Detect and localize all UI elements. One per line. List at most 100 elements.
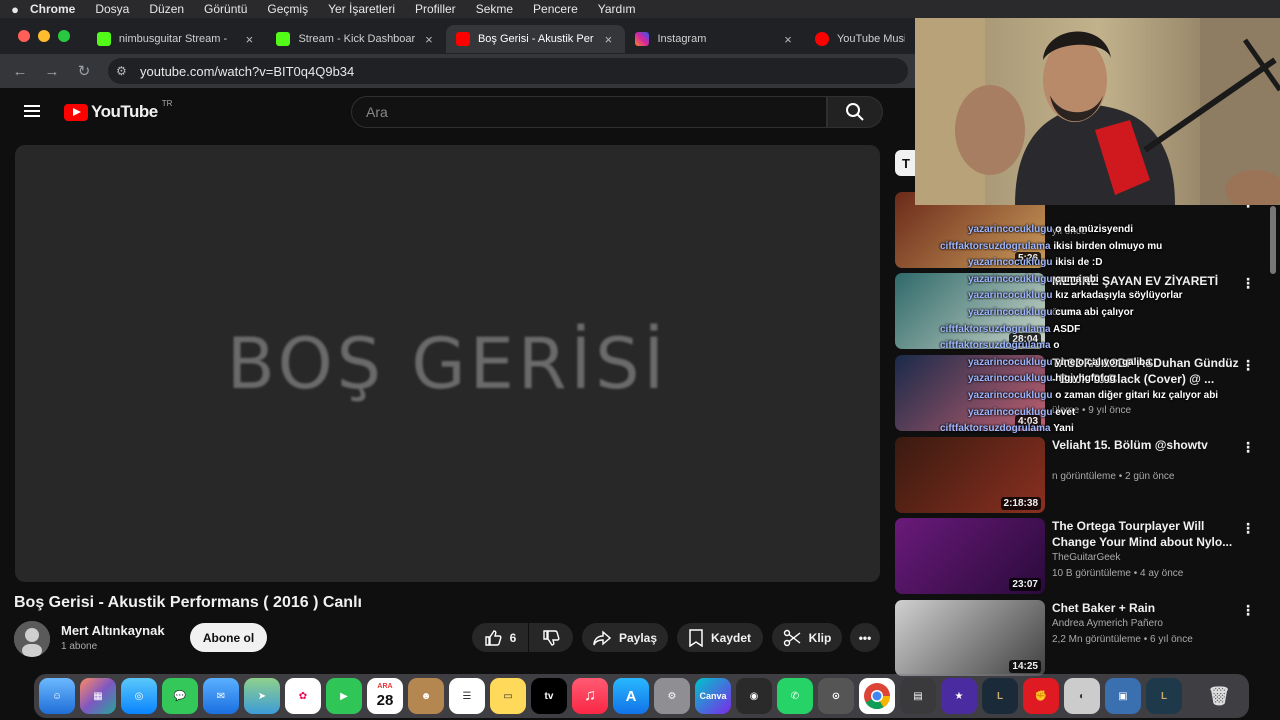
messages-icon[interactable]: 💬 xyxy=(162,678,198,714)
menu-bookmarks[interactable]: Yer İşaretleri xyxy=(328,2,395,16)
channel-name[interactable]: Mert Altınkaynak xyxy=(61,623,165,638)
finder-icon[interactable]: ☺ xyxy=(39,678,75,714)
reminders-icon[interactable]: ☰ xyxy=(449,678,485,714)
preview-icon[interactable]: ◐ xyxy=(1064,678,1100,714)
thumbs-down-icon xyxy=(543,629,560,646)
forward-icon[interactable]: → xyxy=(36,63,68,80)
photos-icon[interactable]: ✿ xyxy=(285,678,321,714)
mail-icon[interactable]: ✉ xyxy=(203,678,239,714)
safari-icon[interactable]: ◎ xyxy=(121,678,157,714)
video-thumbnail[interactable]: 2:18:38 xyxy=(895,437,1045,513)
search-button[interactable] xyxy=(827,96,883,128)
more-options-icon[interactable]: ⋮ xyxy=(1241,520,1255,537)
more-options-icon[interactable]: ⋮ xyxy=(1241,357,1255,374)
more-options-icon[interactable]: ⋮ xyxy=(1241,602,1255,619)
video-thumbnail[interactable]: 23:07 xyxy=(895,518,1045,594)
recommendation-title[interactable]: Chet Baker + Rain xyxy=(1052,600,1242,616)
instagram-favicon-icon xyxy=(635,32,650,46)
launchpad-icon[interactable]: ▦ xyxy=(80,678,116,714)
site-info-icon[interactable]: ⚙ xyxy=(116,64,140,78)
whatsapp-icon[interactable]: ✆ xyxy=(777,678,813,714)
obs-icon[interactable]: ◉ xyxy=(736,678,772,714)
riot-client-icon[interactable]: ✊ xyxy=(1023,678,1059,714)
calendar-icon[interactable]: ARA 28 xyxy=(367,678,403,714)
trash-icon[interactable]: 🗑 xyxy=(1201,678,1237,714)
reload-icon[interactable]: ↻ xyxy=(68,62,100,80)
screenshot-icon[interactable]: ▣ xyxy=(1105,678,1141,714)
menu-window[interactable]: Pencere xyxy=(533,2,578,16)
menu-edit[interactable]: Düzen xyxy=(149,2,184,16)
dislike-button[interactable] xyxy=(529,623,573,652)
video-player[interactable]: BOŞ GERİSİ xyxy=(15,145,880,582)
recommendation-title[interactable]: Veliaht 15. Bölüm @showtv xyxy=(1052,437,1242,453)
logo-text: YouTube xyxy=(91,102,158,121)
more-actions-button[interactable]: ••• xyxy=(850,623,880,652)
filter-chip[interactable]: T xyxy=(895,150,915,176)
system-settings-icon[interactable]: ⚙ xyxy=(654,678,690,714)
minimize-window-button[interactable] xyxy=(38,30,50,42)
recommendation-title[interactable]: The Ortega Tourplayer Will Change Your M… xyxy=(1052,518,1242,550)
save-button[interactable]: Kaydet xyxy=(677,623,763,652)
sidebar-scrollbar[interactable] xyxy=(1270,206,1276,274)
recommendation-item[interactable]: 23:07 The Ortega Tourplayer Will Change Y… xyxy=(895,518,1270,594)
menu-file[interactable]: Dosya xyxy=(95,2,129,16)
youtube-favicon-icon xyxy=(455,32,470,46)
maps-icon[interactable]: ➤ xyxy=(244,678,280,714)
share-icon xyxy=(593,629,611,646)
close-tab-icon[interactable]: × xyxy=(601,32,615,47)
chat-username: ciftfaktorsuzdogrulama xyxy=(940,340,1051,352)
calculator-icon[interactable]: ▤ xyxy=(900,678,936,714)
browser-tab[interactable]: Stream - Kick Dashboar × xyxy=(266,25,446,53)
menu-history[interactable]: Geçmiş xyxy=(267,2,308,16)
chat-text: cuma abi çalıyor xyxy=(1055,307,1134,318)
subscribe-button[interactable]: Abone ol xyxy=(190,623,267,652)
more-options-icon[interactable]: ⋮ xyxy=(1241,439,1255,456)
contacts-icon[interactable]: ☻ xyxy=(408,678,444,714)
browser-tab[interactable]: Instagram × xyxy=(625,25,805,53)
canva-label: Canva xyxy=(699,691,727,701)
clip-button[interactable]: Klip xyxy=(772,623,842,652)
facetime-icon[interactable]: ▶ xyxy=(326,678,362,714)
disk-utility-icon[interactable]: ⊙ xyxy=(818,678,854,714)
recommendation-meta: 2,2 Mn görüntüleme • 6 yıl önce xyxy=(1052,634,1193,645)
browser-tab[interactable]: nimbusguitar Stream - × xyxy=(87,25,267,53)
address-bar[interactable]: ⚙ youtube.com/watch?v=BIT0q4Q9b34 xyxy=(108,58,908,84)
chrome-icon[interactable] xyxy=(859,678,895,714)
apple-menu-icon[interactable]: ● xyxy=(0,2,30,17)
menu-tab[interactable]: Sekme xyxy=(476,2,513,16)
browser-tab-active[interactable]: Boş Gerisi - Akustik Per × xyxy=(445,25,626,53)
search-input[interactable]: Ara xyxy=(351,96,827,128)
youtube-logo[interactable]: YouTube TR xyxy=(64,99,172,122)
close-tab-icon[interactable]: × xyxy=(781,32,795,47)
menu-icon[interactable] xyxy=(24,105,40,117)
recommendation-item[interactable]: 2:18:38 Veliaht 15. Bölüm @showtv n görünt… xyxy=(895,437,1270,513)
close-tab-icon[interactable]: × xyxy=(422,32,436,47)
close-window-button[interactable] xyxy=(18,30,30,42)
league-of-legends-icon[interactable]: L xyxy=(1146,678,1182,714)
close-tab-icon[interactable]: × xyxy=(242,32,256,47)
imovie-icon[interactable]: ★ xyxy=(941,678,977,714)
browser-tab[interactable]: YouTube Music xyxy=(805,25,915,53)
menu-help[interactable]: Yardım xyxy=(598,2,636,16)
music-icon[interactable]: ♫ xyxy=(572,678,608,714)
video-thumbnail[interactable]: 14:25 xyxy=(895,600,1045,676)
like-button[interactable]: 6 xyxy=(472,623,528,652)
league-client-icon[interactable]: L xyxy=(982,678,1018,714)
canva-icon[interactable]: Canva xyxy=(695,678,731,714)
recommendation-item[interactable]: 14:25 Chet Baker + Rain Andrea Aymerich Pa… xyxy=(895,600,1270,676)
menu-profiles[interactable]: Profiller xyxy=(415,2,456,16)
notes-icon[interactable]: ▭ xyxy=(490,678,526,714)
recommendation-channel[interactable]: Andrea Aymerich Pañero xyxy=(1052,618,1163,629)
recommendation-channel[interactable]: TheGuitarGeek xyxy=(1052,552,1120,563)
back-icon[interactable]: ← xyxy=(4,63,36,80)
zoom-window-button[interactable] xyxy=(58,30,70,42)
channel-avatar[interactable] xyxy=(14,621,50,657)
chat-text: o xyxy=(1053,340,1060,352)
apple-tv-icon[interactable]: tv xyxy=(531,678,567,714)
more-options-icon[interactable]: ⋮ xyxy=(1241,275,1255,292)
app-store-icon[interactable]: A xyxy=(613,678,649,714)
menu-chrome[interactable]: Chrome xyxy=(30,2,75,16)
share-button[interactable]: Paylaş xyxy=(582,623,668,652)
chat-username: yazarincocuklugu xyxy=(968,373,1053,385)
menu-view[interactable]: Görüntü xyxy=(204,2,247,16)
